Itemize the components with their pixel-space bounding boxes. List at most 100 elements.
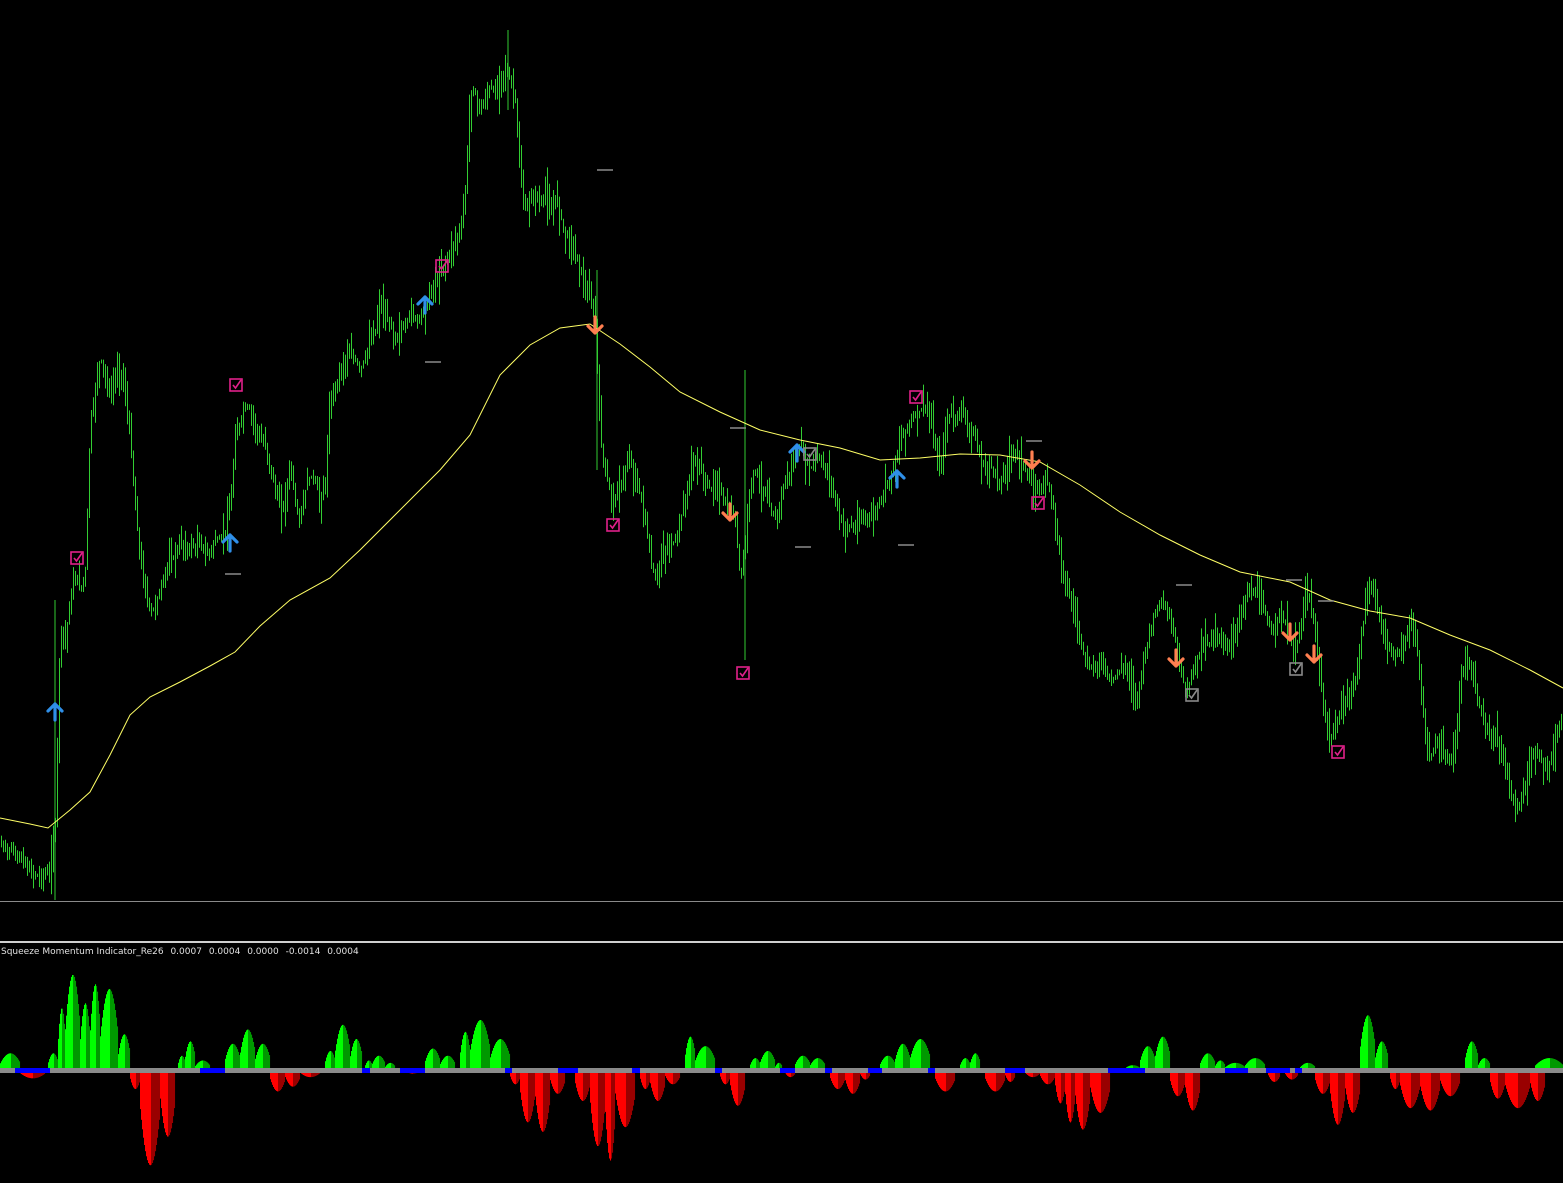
momentum-bar [158,1070,160,1130]
momentum-bar [1386,1049,1388,1070]
momentum-bar [353,1043,355,1070]
momentum-bar [698,1053,700,1070]
momentum-bar [495,1043,497,1070]
momentum-bar [233,1043,235,1070]
momentum-bar [446,1056,448,1070]
momentum-bar [65,1029,67,1070]
momentum-bar [52,1053,54,1070]
momentum-bar [251,1034,253,1070]
momentum-bar [546,1070,548,1125]
momentum-bar [94,986,96,1070]
momentum-bar [493,1048,495,1070]
momentum-bar [1197,1070,1199,1103]
squeeze-on-segment [632,1068,640,1073]
momentum-bar [1538,1070,1540,1101]
momentum-bar [1085,1070,1087,1126]
momentum-bar [662,1070,664,1095]
momentum-bar [229,1047,231,1070]
momentum-bar [742,1070,744,1099]
momentum-bar [9,1053,11,1070]
squeeze-momentum-panel[interactable] [0,945,1563,1183]
momentum-bar [561,1070,563,1091]
momentum-bar [1105,1070,1107,1107]
momentum-bar [907,1049,909,1070]
momentum-bar [469,1045,471,1070]
momentum-bar [11,1053,13,1070]
momentum-bar [1525,1070,1527,1100]
momentum-bar [1337,1070,1339,1125]
momentum-bar [619,1070,621,1115]
momentum-bar [482,1021,484,1070]
momentum-bar [540,1070,542,1128]
momentum-bar [85,1003,87,1070]
momentum-bar [610,1070,612,1161]
momentum-bar [1188,1070,1190,1103]
momentum-bar [104,1003,106,1070]
momentum-bar [250,1032,252,1070]
momentum-bar [268,1051,270,1070]
momentum-bar [1438,1070,1440,1096]
momentum-bar [690,1036,692,1070]
momentum-bar [1430,1070,1432,1111]
momentum-bar [1436,1070,1438,1102]
momentum-bar [1354,1070,1356,1112]
momentum-bar [254,1046,256,1070]
momentum-bar [1409,1070,1411,1108]
momentum-bar [1387,1052,1389,1070]
momentum-bar [144,1070,146,1145]
momentum-bar [631,1070,633,1115]
momentum-bar [908,1051,910,1070]
momentum-bar [1515,1070,1517,1108]
momentum-bar [697,1055,699,1070]
momentum-bar [355,1039,357,1070]
momentum-bar [1062,1070,1064,1101]
momentum-bar [1380,1042,1382,1070]
momentum-bar [1187,1070,1189,1098]
momentum-bar [193,1047,195,1070]
momentum-bar [70,980,72,1070]
momentum-bar [595,1070,597,1142]
momentum-bar [449,1056,451,1070]
momentum-bar [1205,1054,1207,1070]
momentum-bar [53,1053,55,1070]
momentum-bar [633,1070,635,1106]
momentum-bar [354,1041,356,1070]
momentum-bar [1351,1070,1353,1112]
momentum-bar [349,1044,351,1070]
momentum-bar [527,1070,529,1123]
momentum-bar [230,1045,232,1070]
momentum-bar [533,1070,535,1107]
momentum-bar [1379,1043,1381,1070]
momentum-bar [97,991,99,1070]
momentum-bar [929,1053,931,1070]
momentum-bar [606,1070,608,1130]
momentum-bar [539,1070,541,1125]
momentum-bar [163,1070,165,1123]
momentum-bar [1543,1070,1545,1092]
indicator-value-3: 0.0000 [247,947,279,957]
momentum-bar [278,1070,280,1092]
momentum-bar [1104,1070,1106,1109]
indicator-value-5: 0.0004 [327,947,359,957]
momentum-bar [946,1070,948,1092]
momentum-bar [8,1053,10,1070]
signal-check-icon [1331,745,1345,759]
subwindow-separator[interactable] [0,941,1563,943]
momentum-bar [124,1034,126,1070]
momentum-bar [95,984,97,1070]
momentum-bar [472,1038,474,1070]
momentum-bar [896,1055,898,1070]
momentum-bar [258,1049,260,1070]
momentum-bar [1064,1070,1066,1092]
momentum-bar [113,998,115,1070]
momentum-bar [1413,1070,1415,1107]
signal-check-icon [70,551,84,565]
momentum-bar [1425,1070,1427,1105]
price-chart[interactable] [0,0,1563,900]
momentum-bar [975,1053,977,1070]
momentum-bar [164,1070,166,1129]
momentum-bar [501,1039,503,1070]
momentum-bar [245,1032,247,1070]
momentum-bar [169,1070,171,1136]
momentum-bar [586,1070,588,1098]
